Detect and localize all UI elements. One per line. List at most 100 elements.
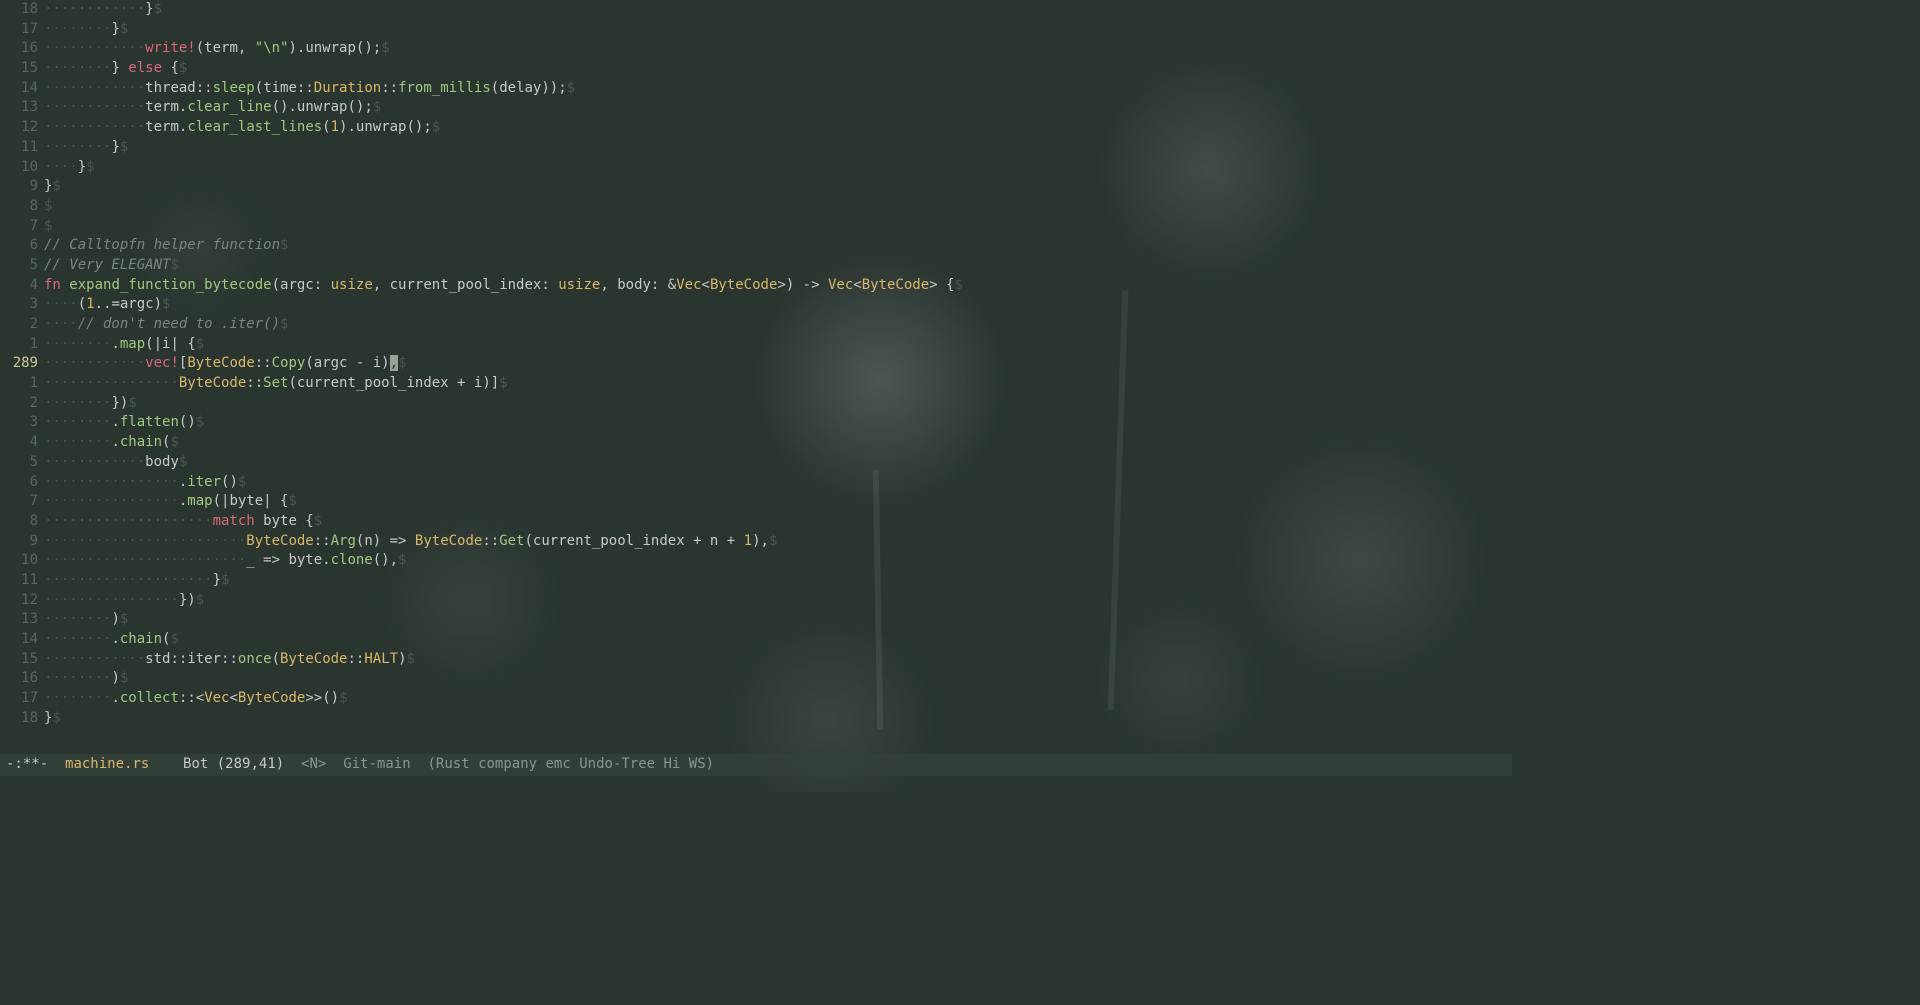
token-eol: $ — [432, 119, 440, 135]
code-line[interactable]: 5············body$ — [0, 453, 1512, 473]
code-line[interactable]: 14············thread::sleep(time::Durati… — [0, 79, 1512, 99]
code-content[interactable]: ············term.clear_last_lines(1).unw… — [44, 118, 1512, 138]
code-line[interactable]: 12················})$ — [0, 591, 1512, 611]
code-content[interactable]: ········.map(|i| {$ — [44, 335, 1512, 355]
code-line[interactable]: 4········.chain($ — [0, 433, 1512, 453]
code-content[interactable]: ············vec![ByteCode::Copy(argc - i… — [44, 354, 1512, 374]
code-content[interactable]: ····// don't need to .iter()$ — [44, 315, 1512, 335]
code-line[interactable]: 1················ByteCode::Set(current_p… — [0, 374, 1512, 394]
code-content[interactable]: ················.iter()$ — [44, 473, 1512, 493]
code-line[interactable]: 7················.map(|byte| {$ — [0, 492, 1512, 512]
token-op: . — [111, 434, 119, 450]
line-number: 4 — [0, 276, 44, 296]
code-line[interactable]: 18}$ — [0, 709, 1512, 729]
code-content[interactable]: $ — [44, 197, 1512, 217]
token-op: :: — [246, 375, 263, 391]
code-content[interactable]: ········} else {$ — [44, 59, 1512, 79]
code-line[interactable]: 11········}$ — [0, 138, 1512, 158]
code-content[interactable]: ····················}$ — [44, 571, 1512, 591]
code-content[interactable]: ············}$ — [44, 0, 1512, 20]
code-line[interactable]: 6// Calltopfn helper function$ — [0, 236, 1512, 256]
code-content[interactable]: ········}$ — [44, 20, 1512, 40]
code-content[interactable]: ········.collect::<Vec<ByteCode>>()$ — [44, 689, 1512, 709]
code-content[interactable]: fn expand_function_bytecode(argc: usize,… — [44, 276, 1512, 296]
code-editor[interactable]: 18············}$17········}$16··········… — [0, 0, 1512, 728]
code-content[interactable]: ········)$ — [44, 669, 1512, 689]
code-content[interactable]: }$ — [44, 177, 1512, 197]
code-content[interactable]: ········.chain($ — [44, 433, 1512, 453]
code-line[interactable]: 17········}$ — [0, 20, 1512, 40]
code-content[interactable]: ············write!(term, "\n").unwrap();… — [44, 39, 1512, 59]
code-content[interactable]: ········.flatten()$ — [44, 413, 1512, 433]
code-line[interactable]: 11····················}$ — [0, 571, 1512, 591]
token-op: :: — [482, 533, 499, 549]
token-ws: ········ — [44, 414, 111, 430]
code-content[interactable]: ················.map(|byte| {$ — [44, 492, 1512, 512]
code-content[interactable]: ····(1..=argc)$ — [44, 295, 1512, 315]
code-line[interactable]: 15············std::iter::once(ByteCode::… — [0, 650, 1512, 670]
code-content[interactable]: ····}$ — [44, 158, 1512, 178]
token-op: ).unwrap(); — [288, 40, 381, 56]
code-line[interactable]: 14········.chain($ — [0, 630, 1512, 650]
code-line[interactable]: 10························_ => byte.clon… — [0, 551, 1512, 571]
token-cursor: , — [390, 355, 398, 371]
code-line[interactable]: 2········})$ — [0, 394, 1512, 414]
token-ws: ········ — [44, 21, 111, 37]
code-line[interactable]: 10····}$ — [0, 158, 1512, 178]
code-line[interactable]: 6················.iter()$ — [0, 473, 1512, 493]
code-content[interactable]: ················})$ — [44, 591, 1512, 611]
modeline-evil-state: <N> — [301, 755, 326, 775]
code-line[interactable]: 12············term.clear_last_lines(1).u… — [0, 118, 1512, 138]
token-op: ), — [752, 533, 769, 549]
code-content[interactable]: // Very ELEGANT$ — [44, 256, 1512, 276]
code-content[interactable]: ············term.clear_line().unwrap();$ — [44, 98, 1512, 118]
code-line[interactable]: 9························ByteCode::Arg(n… — [0, 532, 1512, 552]
code-line[interactable]: 3········.flatten()$ — [0, 413, 1512, 433]
code-content[interactable]: ········.chain($ — [44, 630, 1512, 650]
code-line[interactable]: 13········)$ — [0, 610, 1512, 630]
token-op: (current_pool_index + n + — [525, 533, 744, 549]
token-op: >>() — [305, 690, 339, 706]
modeline-position: Bot (289,41) — [183, 755, 284, 775]
token-ws: ············ — [44, 651, 145, 667]
code-line[interactable]: 4fn expand_function_bytecode(argc: usize… — [0, 276, 1512, 296]
code-content[interactable]: ························_ => byte.clone(… — [44, 551, 1512, 571]
echo-area[interactable] — [0, 776, 1512, 792]
code-line[interactable]: 9}$ — [0, 177, 1512, 197]
code-line[interactable]: 8····················match byte {$ — [0, 512, 1512, 532]
code-line[interactable]: 18············}$ — [0, 0, 1512, 20]
code-content[interactable]: }$ — [44, 709, 1512, 729]
code-content[interactable]: ············body$ — [44, 453, 1512, 473]
code-line[interactable]: 7$ — [0, 217, 1512, 237]
code-line[interactable]: 5// Very ELEGANT$ — [0, 256, 1512, 276]
code-line[interactable]: 17········.collect::<Vec<ByteCode>>()$ — [0, 689, 1512, 709]
token-ty: ByteCode — [238, 690, 305, 706]
code-content[interactable]: ········})$ — [44, 394, 1512, 414]
code-line[interactable]: 15········} else {$ — [0, 59, 1512, 79]
token-ty: usize — [331, 277, 373, 293]
code-content[interactable]: ············std::iter::once(ByteCode::HA… — [44, 650, 1512, 670]
code-line[interactable]: 1········.map(|i| {$ — [0, 335, 1512, 355]
token-op: } — [213, 572, 221, 588]
token-fn: clear_line — [187, 99, 271, 115]
line-number: 17 — [0, 689, 44, 709]
code-content[interactable]: ············thread::sleep(time::Duration… — [44, 79, 1512, 99]
code-line[interactable]: 13············term.clear_line().unwrap()… — [0, 98, 1512, 118]
code-content[interactable]: $ — [44, 217, 1512, 237]
token-fn: Set — [263, 375, 288, 391]
code-content[interactable]: ························ByteCode::Arg(n)… — [44, 532, 1512, 552]
code-line[interactable]: 8$ — [0, 197, 1512, 217]
code-line[interactable]: 289············vec![ByteCode::Copy(argc … — [0, 354, 1512, 374]
code-content[interactable]: ········}$ — [44, 138, 1512, 158]
code-line[interactable]: 3····(1..=argc)$ — [0, 295, 1512, 315]
line-number: 12 — [0, 591, 44, 611]
code-content[interactable]: // Calltopfn helper function$ — [44, 236, 1512, 256]
code-content[interactable]: ········)$ — [44, 610, 1512, 630]
code-line[interactable]: 16········)$ — [0, 669, 1512, 689]
code-content[interactable]: ····················match byte {$ — [44, 512, 1512, 532]
code-line[interactable]: 2····// don't need to .iter()$ — [0, 315, 1512, 335]
code-line[interactable]: 16············write!(term, "\n").unwrap(… — [0, 39, 1512, 59]
code-content[interactable]: ················ByteCode::Set(current_po… — [44, 374, 1512, 394]
token-fn: chain — [120, 631, 162, 647]
token-macro: write! — [145, 40, 196, 56]
